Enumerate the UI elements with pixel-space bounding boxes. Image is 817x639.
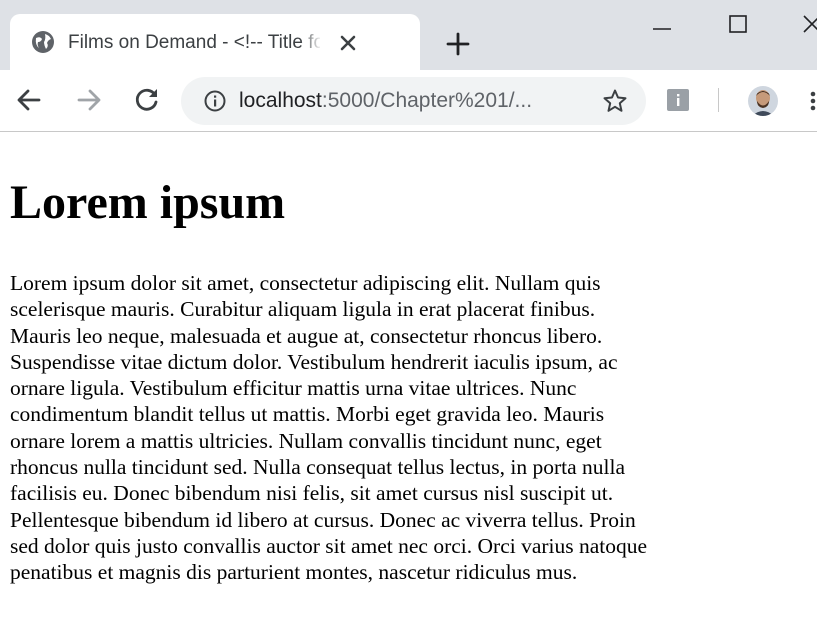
paragraph-line: Pellentesque bibendum id libero at cursu… — [10, 507, 636, 532]
plus-icon[interactable] — [444, 30, 472, 58]
toolbar-divider — [718, 88, 719, 112]
tab-strip: Films on Demand - <!-- Title for page --… — [0, 0, 817, 70]
url-text[interactable]: localhost:5000/Chapter%201/... — [239, 87, 532, 115]
reload-icon[interactable] — [132, 85, 162, 115]
page-title: Lorem ipsum — [10, 176, 286, 229]
tab-title-fade — [300, 26, 326, 58]
paragraph-line: rhoncus nulla tincidunt sed. Nulla conse… — [10, 455, 626, 480]
avatar-icon[interactable] — [748, 86, 778, 116]
info-icon[interactable] — [203, 89, 227, 113]
maximize-icon[interactable] — [718, 6, 758, 46]
address-bar[interactable]: localhost:5000/Chapter%201/... — [181, 77, 646, 125]
paragraph-line: condimentum blandit tellus ut mattis. Mo… — [10, 402, 605, 427]
kebab-menu-icon[interactable] — [807, 88, 817, 114]
paragraph-line: Lorem ipsum dolor sit amet, consectetur … — [10, 271, 601, 295]
url-path: :5000/Chapter%201/... — [321, 89, 533, 112]
paragraph-line: ornare lorem a mattis ultricies. Nullam … — [10, 428, 602, 453]
arrow-right-icon[interactable] — [74, 85, 104, 115]
globe-icon — [30, 29, 56, 55]
url-host: localhost — [239, 89, 322, 112]
paragraph-line: Mauris leo neque, malesuada et augue at,… — [10, 323, 603, 348]
paragraph-line: penatibus et magnis dis parturient monte… — [10, 560, 578, 585]
paragraph-line: Suspendisse vitae dictum dolor. Vestibul… — [10, 349, 618, 374]
paragraph-line: facilisis eu. Donec bibendum nisi felis,… — [10, 481, 614, 506]
arrow-left-icon[interactable] — [14, 85, 44, 115]
paragraph-line: scelerisque mauris. Curabitur aliquam li… — [10, 297, 596, 322]
tab-title: Films on Demand - <!-- Title for page --… — [68, 32, 320, 53]
star-icon[interactable] — [601, 87, 629, 115]
page-content: Lorem ipsum Lorem ipsum dolor sit amet, … — [0, 133, 817, 639]
close-icon[interactable] — [336, 31, 360, 55]
browser-toolbar: localhost:5000/Chapter%201/... — [0, 70, 817, 132]
tab-films-on-demand[interactable]: Films on Demand - <!-- Title for page --… — [10, 14, 420, 70]
minimize-icon[interactable] — [642, 6, 682, 46]
window-close-icon[interactable] — [794, 6, 817, 46]
paragraph-line: sed dolor quis justo convallis auctor si… — [10, 533, 648, 558]
paragraph-line: ornare ligula. Vestibulum efficitur matt… — [10, 376, 577, 401]
extension-icon[interactable] — [667, 89, 689, 111]
body-paragraph: Lorem ipsum dolor sit amet, consectetur … — [10, 270, 817, 586]
